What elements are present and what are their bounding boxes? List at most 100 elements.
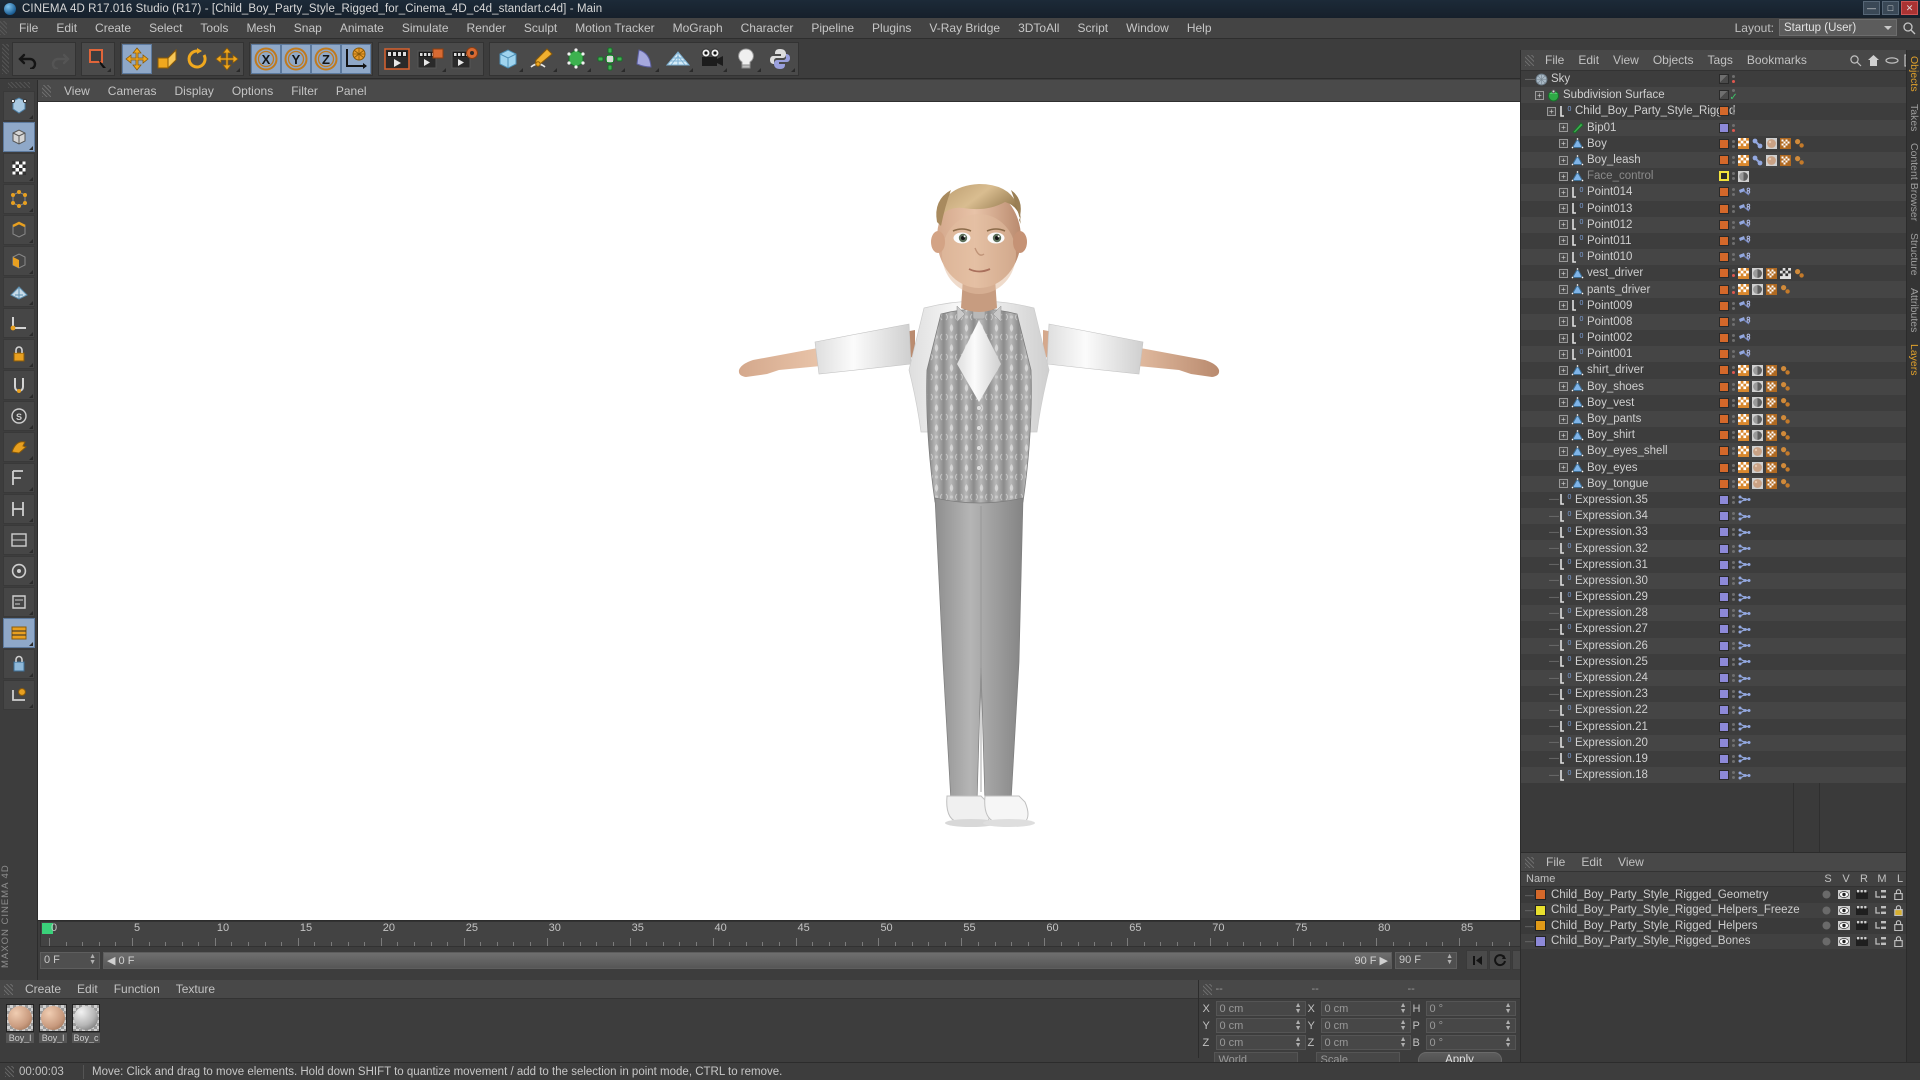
tag-checker2-mat[interactable]	[1780, 267, 1791, 279]
visibility-dots[interactable]	[1731, 75, 1736, 84]
visibility-dot[interactable]	[1732, 533, 1735, 537]
expand-toggle[interactable]: +	[1559, 414, 1568, 424]
expand-toggle[interactable]: +	[1559, 204, 1568, 214]
visibility-dot[interactable]	[1732, 253, 1735, 257]
visibility-dots[interactable]	[1731, 463, 1736, 472]
object-row[interactable]: +0 Point011	[1521, 232, 1920, 250]
enable-axis-icon[interactable]	[2, 308, 35, 338]
coordinate-manager-grip[interactable]	[1202, 983, 1212, 995]
visibility-dot[interactable]	[1732, 220, 1735, 224]
object-row[interactable]: +0 Point010	[1521, 249, 1920, 266]
object-row[interactable]: — 0 Expression.27	[1521, 621, 1920, 638]
visibility-dot[interactable]	[1732, 690, 1735, 694]
redo-icon[interactable]	[44, 43, 74, 74]
visibility-dots[interactable]	[1731, 544, 1736, 553]
timeline-range-bar[interactable]: ◀ 0 F 90 F ▶	[103, 951, 1392, 969]
visibility-dots[interactable]	[1731, 107, 1736, 116]
home-icon[interactable]	[1867, 54, 1880, 67]
visibility-dots[interactable]	[1731, 771, 1736, 780]
menu-grip[interactable]	[0, 21, 7, 35]
scale-icon[interactable]	[152, 43, 182, 74]
layer-color-chip[interactable]	[1719, 640, 1729, 651]
material-menu-function[interactable]: Function	[106, 980, 168, 999]
visibility-dot[interactable]	[1732, 528, 1735, 532]
visibility-dot[interactable]	[1732, 156, 1735, 160]
visibility-dot[interactable]	[1732, 711, 1735, 715]
manager-toggle[interactable]	[1874, 889, 1886, 900]
visibility-dots[interactable]	[1731, 156, 1736, 165]
visibility-dot[interactable]	[1732, 415, 1735, 419]
maximize-button[interactable]: □	[1882, 1, 1899, 15]
material-menu-create[interactable]: Create	[17, 980, 69, 999]
tag-checker-mat[interactable]	[1780, 138, 1791, 150]
menu-simulate[interactable]: Simulate	[393, 18, 458, 39]
visibility-dots[interactable]	[1731, 722, 1736, 731]
tag-weight[interactable]	[1738, 462, 1749, 474]
layer-color-chip[interactable]	[1719, 737, 1729, 748]
lock-selection-icon[interactable]	[2, 649, 35, 679]
rot-h-field[interactable]: 0 ° ▲ ▼	[1425, 1001, 1516, 1016]
spinner-icon[interactable]: ▲▼	[1400, 1002, 1407, 1015]
visibility-dots[interactable]	[1731, 609, 1736, 618]
side-tab-structure[interactable]: Structure	[1907, 227, 1920, 282]
visibility-dots[interactable]	[1731, 301, 1736, 310]
menu-pipeline[interactable]: Pipeline	[802, 18, 863, 39]
visibility-dot[interactable]	[1732, 172, 1735, 176]
tag-skin-mat[interactable]	[1766, 138, 1777, 150]
visibility-dots[interactable]	[1731, 754, 1736, 763]
layer-color-chip[interactable]	[1719, 511, 1729, 522]
expand-toggle[interactable]: +	[1559, 268, 1568, 278]
visibility-dot[interactable]	[1732, 204, 1735, 208]
menu-snap[interactable]: Snap	[285, 18, 331, 39]
viewport-menu-filter[interactable]: Filter	[282, 80, 327, 102]
material-item[interactable]: Boy_l	[39, 1004, 67, 1053]
visibility-dot[interactable]	[1732, 447, 1735, 451]
expand-toggle[interactable]: +	[1559, 349, 1568, 359]
object-row[interactable]: +0 Child_Boy_Party_Style_Rigged	[1521, 103, 1920, 120]
visibility-dots[interactable]	[1731, 415, 1736, 424]
visibility-dot[interactable]	[1732, 743, 1735, 747]
tag-dots-mat[interactable]	[1780, 446, 1791, 457]
visibility-dots[interactable]	[1731, 350, 1736, 359]
tag-constraint[interactable]	[1738, 187, 1751, 198]
tag-dots-mat[interactable]	[1794, 155, 1805, 166]
menu-render[interactable]: Render	[458, 18, 515, 39]
tag-xpresso[interactable]	[1738, 737, 1751, 748]
menu-help[interactable]: Help	[1178, 18, 1221, 39]
layer-color-chip[interactable]	[1719, 462, 1729, 473]
visibility-dot[interactable]	[1732, 431, 1735, 435]
object-row[interactable]: + Boy_tongue	[1521, 475, 1920, 492]
axis-z-icon[interactable]: Z	[311, 43, 341, 74]
lock-axis-icon[interactable]	[2, 339, 35, 369]
toolbar-grip[interactable]	[2, 43, 9, 74]
tag-weight[interactable]	[1738, 381, 1749, 393]
layer-color-chip[interactable]	[1719, 608, 1729, 619]
layer-color-chip[interactable]	[1719, 527, 1729, 538]
visibility-dots[interactable]	[1731, 447, 1736, 456]
deformer-icon[interactable]	[627, 43, 661, 74]
visibility-dots[interactable]	[1731, 139, 1736, 148]
visible-toggle[interactable]	[1838, 936, 1850, 947]
layer-color-chip[interactable]	[1719, 592, 1729, 603]
visibility-dot[interactable]	[1732, 560, 1735, 564]
layer-color-chip[interactable]	[1719, 268, 1729, 279]
tag-grey-mat[interactable]	[1752, 413, 1763, 425]
object-tree[interactable]: — Sky + Subdivision Surface ✓ +0 Child_Boy_Par…	[1521, 71, 1920, 852]
solo-toggle[interactable]	[1820, 889, 1832, 900]
tag-xpresso[interactable]	[1738, 705, 1751, 716]
object-row[interactable]: — 0 Expression.33	[1521, 524, 1920, 541]
layer-color-swatch[interactable]	[1535, 920, 1546, 932]
object-row[interactable]: +0 Point002	[1521, 330, 1920, 347]
visibility-dot[interactable]	[1732, 188, 1735, 192]
visibility-dots[interactable]	[1731, 690, 1736, 699]
visibility-dots[interactable]	[1731, 738, 1736, 747]
end-frame-field[interactable]: 90 F ▲ ▼	[1395, 951, 1457, 969]
object-row[interactable]: + Face_control	[1521, 168, 1920, 185]
visibility-dot[interactable]	[1732, 512, 1735, 516]
floor-icon[interactable]	[661, 43, 695, 74]
expand-toggle[interactable]: +	[1559, 463, 1568, 473]
live-selection-icon[interactable]	[83, 43, 113, 74]
visibility-dot[interactable]	[1732, 500, 1735, 504]
visibility-dot[interactable]	[1732, 722, 1735, 726]
render-to-picture-viewer-icon[interactable]	[414, 43, 448, 74]
